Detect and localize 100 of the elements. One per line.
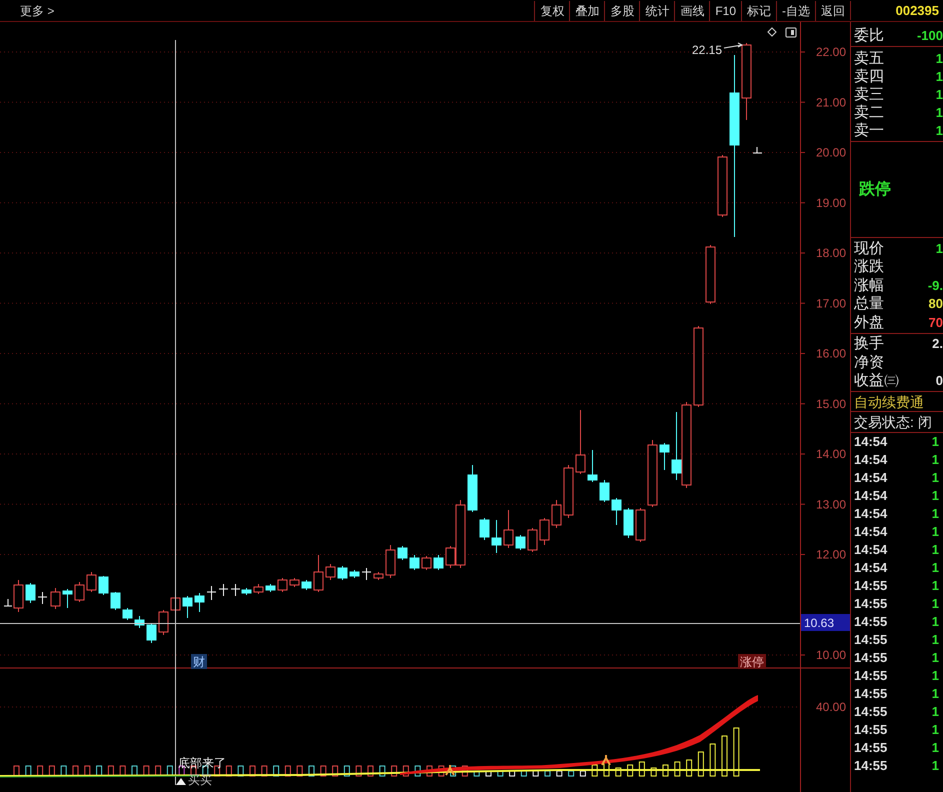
quote-value: 1 xyxy=(936,88,943,100)
quote-label: 现价 xyxy=(854,240,884,256)
toolbar-button[interactable]: 标记 xyxy=(741,0,776,20)
indicator-bar xyxy=(14,766,20,776)
toolbar-button[interactable]: 返回 xyxy=(815,0,850,20)
candlestick xyxy=(588,450,598,482)
indicator-bar xyxy=(509,770,516,776)
axis-label: 40.00 xyxy=(816,700,846,714)
indicator-bar xyxy=(414,766,421,776)
axis-label: 17.00 xyxy=(816,296,846,310)
candlestick xyxy=(422,556,432,570)
limit-status: 跌停 xyxy=(859,180,891,200)
toolbar-button[interactable]: 画线 xyxy=(674,0,710,20)
diamond-icon xyxy=(767,27,777,37)
indicator-bar xyxy=(638,762,645,776)
trade-time: 14:54 xyxy=(854,523,888,542)
signal-label: 底部来了 xyxy=(178,756,226,770)
candlestick xyxy=(648,440,658,508)
trade-time: 14:54 xyxy=(854,487,888,506)
indicator-bar xyxy=(284,766,291,776)
trade-volume: 1 xyxy=(932,613,939,632)
notice-text: 自动续费通 xyxy=(851,392,943,412)
indicator-bar xyxy=(520,770,527,776)
indicator-bar xyxy=(391,766,398,776)
axis-label: 19.00 xyxy=(816,196,846,210)
trade-time: 14:55 xyxy=(854,667,888,686)
toolbar-button[interactable]: 统计 xyxy=(639,0,674,20)
trade-time: 14:55 xyxy=(854,721,888,740)
finance-marker: 财 xyxy=(191,654,207,669)
candlestick xyxy=(624,508,634,538)
indicator-bar xyxy=(108,766,114,776)
trade-time: 14:55 xyxy=(854,631,888,650)
figure-icon xyxy=(601,754,611,766)
indicator-bar xyxy=(627,764,634,776)
candlestick xyxy=(122,608,132,620)
candlestick xyxy=(26,582,36,604)
indicator-bar xyxy=(155,766,162,776)
trade-time: 14:55 xyxy=(854,685,888,704)
axis-label: 15.00 xyxy=(816,396,846,411)
trade-volume: 1 xyxy=(932,685,939,704)
indicator-bar xyxy=(72,766,78,776)
toolbar-button[interactable]: 复权 xyxy=(534,0,570,20)
candlestick xyxy=(504,510,514,548)
candlestick xyxy=(528,528,538,552)
trade-time: 14:55 xyxy=(854,577,888,596)
trade-volume: 1 xyxy=(932,487,939,506)
trade-volume: 1 xyxy=(932,559,939,578)
indicator-bar xyxy=(710,744,716,776)
indicator-bar xyxy=(143,766,150,776)
toolbar-button[interactable]: F10 xyxy=(709,0,741,20)
quote-label: 涨幅 xyxy=(854,278,884,293)
candlestick xyxy=(62,588,72,608)
indicator-bar xyxy=(60,766,67,776)
indicator-bar xyxy=(250,766,256,776)
quote-value: 0 xyxy=(936,374,943,388)
toolbar-button[interactable]: -自选 xyxy=(776,0,815,20)
indicator-bar xyxy=(615,768,622,776)
quote-value: 1 xyxy=(936,242,943,255)
indicator-bar xyxy=(662,764,668,776)
candlestick xyxy=(14,580,24,612)
trade-status: 交易状态: 闭 xyxy=(851,412,943,433)
candlestick xyxy=(158,610,168,636)
indicator-bar xyxy=(132,766,138,776)
more-menu[interactable]: 更多 > xyxy=(20,2,54,20)
quote-label: 收益㈢ xyxy=(854,373,899,388)
indicator-bar xyxy=(261,766,268,776)
axis-label: 13.00 xyxy=(816,497,846,512)
quote-label: 涨跌 xyxy=(854,259,884,274)
trade-volume: 1 xyxy=(932,505,939,524)
axis-label: 16.00 xyxy=(816,346,846,360)
candlestick xyxy=(516,534,526,550)
indicator-bar xyxy=(84,766,90,776)
trade-volume: 1 xyxy=(932,577,939,596)
indicator-bar xyxy=(96,766,102,776)
indicator-bar xyxy=(356,766,362,776)
candlestick xyxy=(314,554,324,592)
quote-label: 净资 xyxy=(854,354,884,370)
quote-label: 外盘 xyxy=(854,314,884,330)
quote-value: 2. xyxy=(932,337,943,350)
quote-value: 1 xyxy=(936,124,943,136)
candlestick xyxy=(182,596,192,618)
panel-toggle-icon xyxy=(786,28,796,38)
figure-icon xyxy=(445,764,455,776)
indicator-bar xyxy=(650,768,657,776)
indicator-bar xyxy=(438,766,444,776)
candlestick xyxy=(660,442,670,470)
indicator-bar xyxy=(226,766,232,776)
axis-label: 20.00 xyxy=(816,146,846,160)
indicator-bar xyxy=(120,766,126,776)
toolbar-button[interactable]: 叠加 xyxy=(569,0,604,20)
indicator-bar xyxy=(686,760,692,776)
candlestick xyxy=(362,568,372,580)
indicator-bar xyxy=(332,766,338,776)
indicator-bar xyxy=(368,766,374,776)
candlestick xyxy=(600,480,610,502)
candlestick xyxy=(398,546,408,560)
trade-time: 14:54 xyxy=(854,469,888,488)
trade-time: 14:55 xyxy=(854,595,888,614)
toolbar-button[interactable]: 多股 xyxy=(604,0,640,20)
trade-time: 14:55 xyxy=(854,757,888,776)
